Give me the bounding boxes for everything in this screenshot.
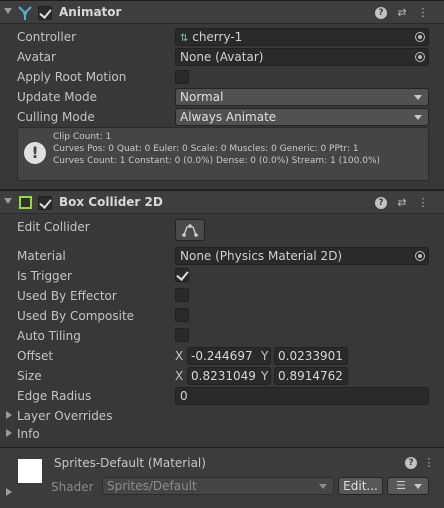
size-y-field[interactable]: 0.8914762	[274, 367, 348, 385]
offset-y-field[interactable]: 0.0233901	[274, 347, 348, 365]
culling-mode-value: Always Animate	[180, 110, 277, 124]
edit-shader-label: Edit...	[343, 479, 378, 493]
box-collider-title: Box Collider 2D	[59, 195, 163, 209]
object-picker-icon[interactable]	[415, 251, 425, 261]
avatar-field[interactable]: None (Avatar)	[175, 48, 429, 66]
culling-mode-label: Culling Mode	[17, 110, 95, 124]
kebab-menu-icon[interactable]: ⋮	[416, 6, 430, 20]
update-mode-value: Normal	[180, 90, 224, 104]
chevron-down-icon	[319, 484, 327, 489]
list-icon: ☰	[396, 479, 406, 492]
auto-tiling-label: Auto Tiling	[17, 329, 81, 343]
presets-icon[interactable]: ⇄	[395, 196, 409, 210]
culling-mode-dropdown[interactable]: Always Animate	[175, 108, 429, 126]
used-by-effector-label: Used By Effector	[17, 289, 117, 303]
material-title: Sprites-Default (Material)	[54, 456, 206, 470]
apply-root-motion-label: Apply Root Motion	[17, 70, 127, 84]
edit-shader-button[interactable]: Edit...	[338, 477, 383, 495]
layer-overrides-label[interactable]: Layer Overrides	[17, 409, 112, 423]
object-picker-icon[interactable]	[415, 52, 425, 62]
animator-foldout-arrow[interactable]	[4, 8, 12, 14]
edge-radius-label: Edge Radius	[17, 389, 92, 403]
update-mode-dropdown[interactable]: Normal	[175, 88, 429, 106]
object-picker-icon[interactable]	[415, 32, 425, 42]
edge-radius-value: 0	[180, 389, 188, 403]
curves-count-text: Curves Count: 1 Constant: 0 (0.0%) Dense…	[53, 156, 381, 166]
size-x-label: X	[175, 369, 184, 383]
controller-label: Controller	[17, 30, 77, 44]
apply-root-motion-checkbox[interactable]	[175, 70, 189, 84]
edit-collider-label: Edit Collider	[17, 220, 90, 234]
size-y-value: 0.8914762	[278, 369, 343, 383]
controller-field[interactable]: ⇅ cherry-1	[175, 28, 429, 46]
chevron-down-icon	[414, 95, 422, 100]
shader-options-dropdown[interactable]: ☰	[387, 477, 429, 495]
edit-collider-button[interactable]	[175, 219, 205, 241]
size-y-label: Y	[261, 369, 269, 383]
used-by-effector-checkbox[interactable]	[175, 288, 189, 302]
offset-x-value: -0.244697	[191, 349, 253, 363]
box-collider-icon	[19, 196, 32, 209]
size-x-field[interactable]: 0.8231049	[187, 367, 271, 385]
size-label: Size	[17, 369, 42, 383]
is-trigger-checkbox[interactable]	[175, 268, 189, 282]
help-icon[interactable]: ?	[405, 457, 417, 469]
kebab-menu-icon[interactable]: ⋮	[422, 456, 436, 470]
is-trigger-label: Is Trigger	[17, 269, 72, 283]
chevron-down-icon	[414, 484, 422, 489]
auto-tiling-checkbox[interactable]	[175, 328, 189, 342]
curves-pos-text: Curves Pos: 0 Quat: 0 Euler: 0 Scale: 0 …	[53, 144, 359, 154]
layer-overrides-foldout-arrow[interactable]	[6, 411, 12, 419]
material-field[interactable]: None (Physics Material 2D)	[175, 247, 429, 265]
box-collider-enabled-checkbox[interactable]	[38, 196, 52, 210]
edge-radius-field[interactable]: 0	[175, 387, 429, 405]
animator-controller-icon: ⇅	[180, 33, 189, 44]
animator-icon	[17, 5, 33, 21]
avatar-label: Avatar	[17, 50, 56, 64]
presets-icon[interactable]: ⇄	[395, 6, 409, 20]
clip-count-text: Clip Count: 1	[53, 132, 112, 142]
animator-title: Animator	[59, 5, 122, 19]
shader-label: Shader	[51, 480, 94, 494]
material-preview-thumbnail	[18, 459, 42, 483]
offset-y-label: Y	[261, 349, 269, 363]
help-icon[interactable]: ?	[375, 7, 387, 19]
info-foldout-arrow[interactable]	[6, 429, 12, 437]
info-label[interactable]: Info	[17, 427, 40, 441]
offset-y-value: 0.0233901	[278, 349, 343, 363]
controller-value: cherry-1	[192, 30, 243, 44]
shader-dropdown[interactable]: Sprites/Default	[102, 477, 334, 495]
used-by-composite-label: Used By Composite	[17, 309, 135, 323]
offset-label: Offset	[17, 349, 54, 363]
animator-info-box: ! Clip Count: 1 Curves Pos: 0 Quat: 0 Eu…	[17, 127, 429, 181]
edit-collider-icon	[182, 224, 198, 237]
material-section: Sprites-Default (Material) ? ⋮ Shader Sp…	[0, 448, 444, 508]
info-icon: !	[24, 142, 46, 164]
shader-value: Sprites/Default	[107, 479, 197, 493]
material-foldout-arrow[interactable]	[6, 488, 12, 496]
size-x-value: 0.8231049	[191, 369, 256, 383]
offset-x-label: X	[175, 349, 184, 363]
material-value: None (Physics Material 2D)	[180, 249, 343, 263]
box-collider-header[interactable]: Box Collider 2D ? ⇄ ⋮	[0, 190, 444, 214]
chevron-down-icon	[414, 115, 422, 120]
update-mode-label: Update Mode	[17, 90, 97, 104]
material-label: Material	[17, 249, 66, 263]
avatar-value: None (Avatar)	[180, 50, 264, 64]
animator-enabled-checkbox[interactable]	[38, 6, 52, 20]
box-collider-foldout-arrow[interactable]	[4, 198, 12, 204]
help-icon[interactable]: ?	[375, 197, 387, 209]
offset-x-field[interactable]: -0.244697	[187, 347, 271, 365]
kebab-menu-icon[interactable]: ⋮	[416, 196, 430, 210]
used-by-composite-checkbox[interactable]	[175, 308, 189, 322]
animator-header[interactable]: Animator ? ⇄ ⋮	[0, 0, 444, 24]
